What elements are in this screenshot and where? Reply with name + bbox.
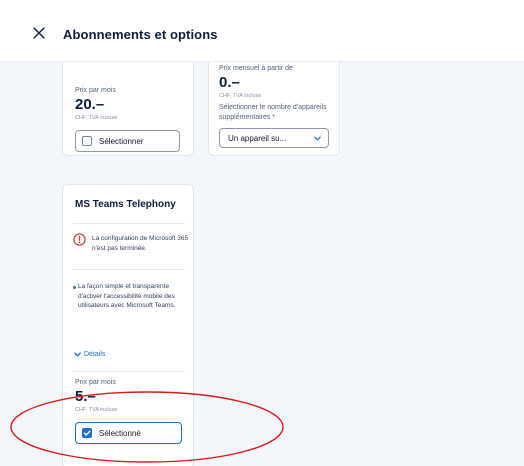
option-card-a: Prix par mois 20.– CHF, TVA incluse Séle… [62, 62, 194, 156]
price-label: Prix par mois [75, 379, 116, 386]
card-title: MS Teams Telephony [75, 199, 176, 210]
price-value: 0.– [219, 74, 240, 91]
details-label: Détails [84, 351, 106, 358]
checkmark-icon [83, 430, 91, 436]
divider [73, 371, 185, 372]
selected-button-label: Sélectionné [99, 428, 141, 438]
devices-dropdown[interactable]: Un appareil su... [219, 128, 329, 148]
checkbox[interactable] [82, 136, 92, 146]
price-label: Prix mensuel à partir de [219, 65, 293, 72]
header-bar: Abonnements et options [0, 0, 524, 62]
divider [73, 223, 185, 224]
vat-note: CHF, TVA incluse [75, 115, 118, 121]
divider [73, 269, 185, 270]
vat-note: CHF, TVA incluse [75, 407, 118, 413]
option-card-teams: MS Teams Telephony La configuration de M… [62, 184, 194, 466]
warning-icon [73, 233, 86, 246]
chevron-down-icon [314, 136, 321, 141]
select-button[interactable]: Sélectionner [75, 130, 180, 152]
checkbox-checked[interactable] [82, 428, 92, 438]
vat-note: CHF, TVA incluse [219, 93, 262, 99]
bullet-icon [73, 286, 76, 289]
warning-text: La configuration de Microsoft 365 n'est … [92, 235, 189, 252]
price-label: Prix par mois [75, 87, 116, 94]
selected-button[interactable]: Sélectionné [75, 422, 182, 444]
chevron-down-icon [74, 352, 81, 357]
price-value: 5.– [75, 388, 96, 405]
close-icon[interactable] [31, 25, 47, 41]
options-content: Prix par mois 20.– CHF, TVA incluse Séle… [0, 62, 524, 466]
select-button-label: Sélectionner [99, 136, 144, 146]
feature-text: La façon simple et transparente d'active… [78, 283, 176, 309]
page-title: Abonnements et options [63, 27, 218, 42]
devices-label: Sélectionner le nombre d'appareils suppl… [219, 104, 327, 121]
option-card-b: Prix mensuel à partir de 0.– CHF, TVA in… [208, 62, 340, 156]
price-value: 20.– [75, 96, 105, 113]
details-link[interactable]: Détails [73, 350, 105, 359]
